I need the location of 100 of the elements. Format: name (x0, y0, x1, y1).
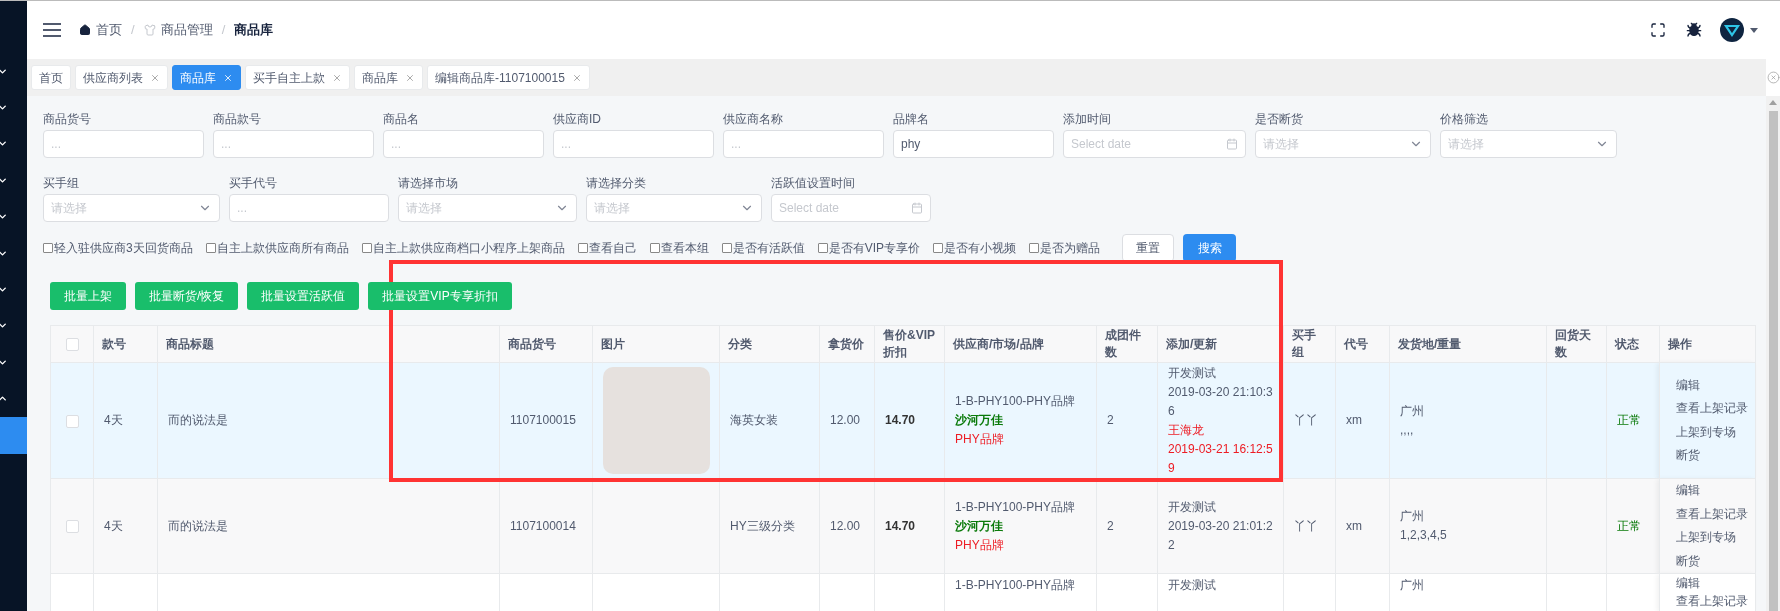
buyer-group: 丫丫 (1294, 411, 1325, 430)
row-checkbox[interactable] (65, 414, 79, 428)
column-header: 回货天数 (1546, 325, 1607, 363)
brand-name: PHY品牌 (955, 536, 1005, 554)
filter-checkbox[interactable]: 是否有小视频 (933, 239, 1017, 257)
filter-checkbox[interactable]: 是否有活跃值 (721, 239, 805, 257)
filter-checkbox[interactable]: 自主上款供应商档口小程序上架商品 (361, 239, 565, 257)
page-tab[interactable]: 供应商列表 (75, 65, 168, 90)
page-tab[interactable]: 编辑商品库-1107100015 (427, 65, 590, 90)
fullscreen-icon[interactable] (1650, 22, 1666, 38)
product-sku: 1107100014 (510, 517, 577, 535)
market-name: 沙河万佳 (955, 517, 1004, 535)
buyer-group: 丫丫 (1294, 516, 1325, 536)
column-header: 成团件数 (1096, 325, 1158, 363)
updater-name: 王海龙 (1168, 421, 1205, 439)
calendar-icon (911, 202, 923, 214)
filter-checkbox[interactable]: 是否有VIP专享价 (817, 239, 921, 257)
page-tab[interactable]: 买手自主上款 (245, 65, 350, 90)
cost-price: 12.00 (830, 517, 862, 535)
column-header: 状态 (1606, 325, 1660, 363)
column-header: 分类 (719, 325, 820, 363)
action-link[interactable]: 查看上架记录 (1676, 592, 1755, 610)
column-header: 发货地/重量 (1389, 325, 1547, 363)
supplier-code: 1-B-PHY100-PHY品牌 (955, 577, 1077, 594)
brand-name: PHY品牌 (955, 431, 1005, 448)
filter-checkbox[interactable]: 是否为赠品 (1029, 239, 1101, 257)
buyer-code: xm (1346, 412, 1363, 429)
caret-icon[interactable] (1750, 27, 1758, 33)
group-quantity: 2 (1107, 412, 1115, 429)
status-text: 正常 (1617, 517, 1642, 535)
shirt-icon (143, 24, 156, 36)
field-label: 供应商名称 (723, 111, 784, 127)
column-header: 代号 (1335, 325, 1390, 363)
action-link[interactable]: 断货 (1676, 444, 1755, 468)
row-checkbox[interactable] (65, 520, 79, 534)
market-name: 沙河万佳 (955, 412, 1004, 429)
calendar-icon (1226, 138, 1238, 150)
buyer-code: xm (1346, 517, 1363, 535)
action-link[interactable]: 编辑 (1676, 373, 1755, 397)
category: 海英女装 (730, 412, 779, 429)
field-label: 活跃值设置时间 (771, 175, 856, 191)
menu-icon[interactable] (43, 23, 61, 37)
filter-checkbox[interactable]: 查看本组 (649, 239, 709, 257)
supplier-code: 1-B-PHY100-PHY品牌 (955, 498, 1077, 516)
filter-checkbox[interactable]: 自主上款供应商所有商品 (205, 239, 349, 257)
field-label: 请选择市场 (398, 175, 459, 191)
home-icon (79, 24, 91, 36)
input-field[interactable]: phy (893, 130, 1054, 158)
column-header: 图片 (592, 325, 720, 363)
reset-button[interactable]: 重置 (1122, 234, 1175, 262)
filter-checkbox[interactable]: 查看自己 (577, 239, 637, 257)
action-link[interactable]: 编辑 (1676, 574, 1755, 592)
group-quantity: 2 (1107, 517, 1115, 535)
bug-icon[interactable] (1686, 22, 1702, 38)
action-link[interactable]: 上架到专场 (1676, 420, 1755, 444)
action-link[interactable]: 断货 (1676, 549, 1755, 573)
action-link[interactable]: 查看上架记录 (1676, 502, 1755, 526)
field-label: 商品款号 (213, 111, 262, 127)
creator-name: 开发测试 (1168, 577, 1217, 594)
column-header: 款号 (93, 325, 158, 363)
breadcrumb-separator: / (221, 21, 226, 40)
field-label: 买手代号 (229, 175, 278, 191)
column-header: 拿货价 (819, 325, 875, 363)
sale-price: 14.70 (885, 517, 917, 535)
status-text: 正常 (1617, 412, 1642, 429)
action-link[interactable]: 上架到专场 (1676, 526, 1755, 550)
action-link[interactable]: 编辑 (1676, 479, 1755, 503)
action-link[interactable]: 查看上架记录 (1676, 397, 1755, 421)
field-label: 添加时间 (1063, 111, 1112, 127)
product-title: 而的说法是 (168, 412, 229, 429)
scrollbar[interactable] (1766, 96, 1780, 611)
ship-city: 广州 (1400, 508, 1425, 525)
style-number: 4天 (104, 517, 124, 535)
column-header: 商品货号 (499, 325, 593, 363)
filter-checkbox[interactable]: 轻入驻供应商3天回货商品 (43, 239, 193, 257)
created-time: 2019-03-20 21:01:22 (1168, 517, 1273, 554)
field-label: 价格筛选 (1440, 111, 1489, 127)
column-header: 添加/更新 (1157, 325, 1284, 363)
column-header: 供应商/市场/品牌 (944, 325, 1097, 363)
field-label: 是否断货 (1255, 111, 1304, 127)
close-icon[interactable] (223, 72, 233, 83)
avatar-icon[interactable] (1720, 18, 1744, 42)
select-all-checkbox[interactable] (65, 338, 79, 352)
created-time: 2019-03-20 21:10:36 (1168, 383, 1273, 420)
page-tab[interactable]: 首页 (31, 65, 71, 90)
breadcrumb-item[interactable]: 商品管理 (160, 20, 213, 40)
category: HY三级分类 (730, 517, 796, 535)
ship-city: 广州 (1400, 577, 1425, 594)
sidebar-subitem[interactable] (0, 416, 27, 454)
column-header: 操作 (1659, 325, 1756, 363)
breadcrumb-separator: / (131, 21, 135, 40)
style-number: 4天 (104, 412, 124, 429)
field-label: 商品名 (383, 111, 420, 127)
column-header: 买手组 (1283, 325, 1336, 363)
page-tab[interactable]: 商品库 (354, 65, 423, 90)
breadcrumb-item[interactable]: 首页 (96, 20, 122, 40)
product-title: 而的说法是 (168, 517, 229, 535)
updated-time: 2019-03-21 16:12:59 (1168, 440, 1273, 477)
field-label: 商品货号 (43, 111, 92, 127)
supplier-code: 1-B-PHY100-PHY品牌 (955, 393, 1077, 410)
